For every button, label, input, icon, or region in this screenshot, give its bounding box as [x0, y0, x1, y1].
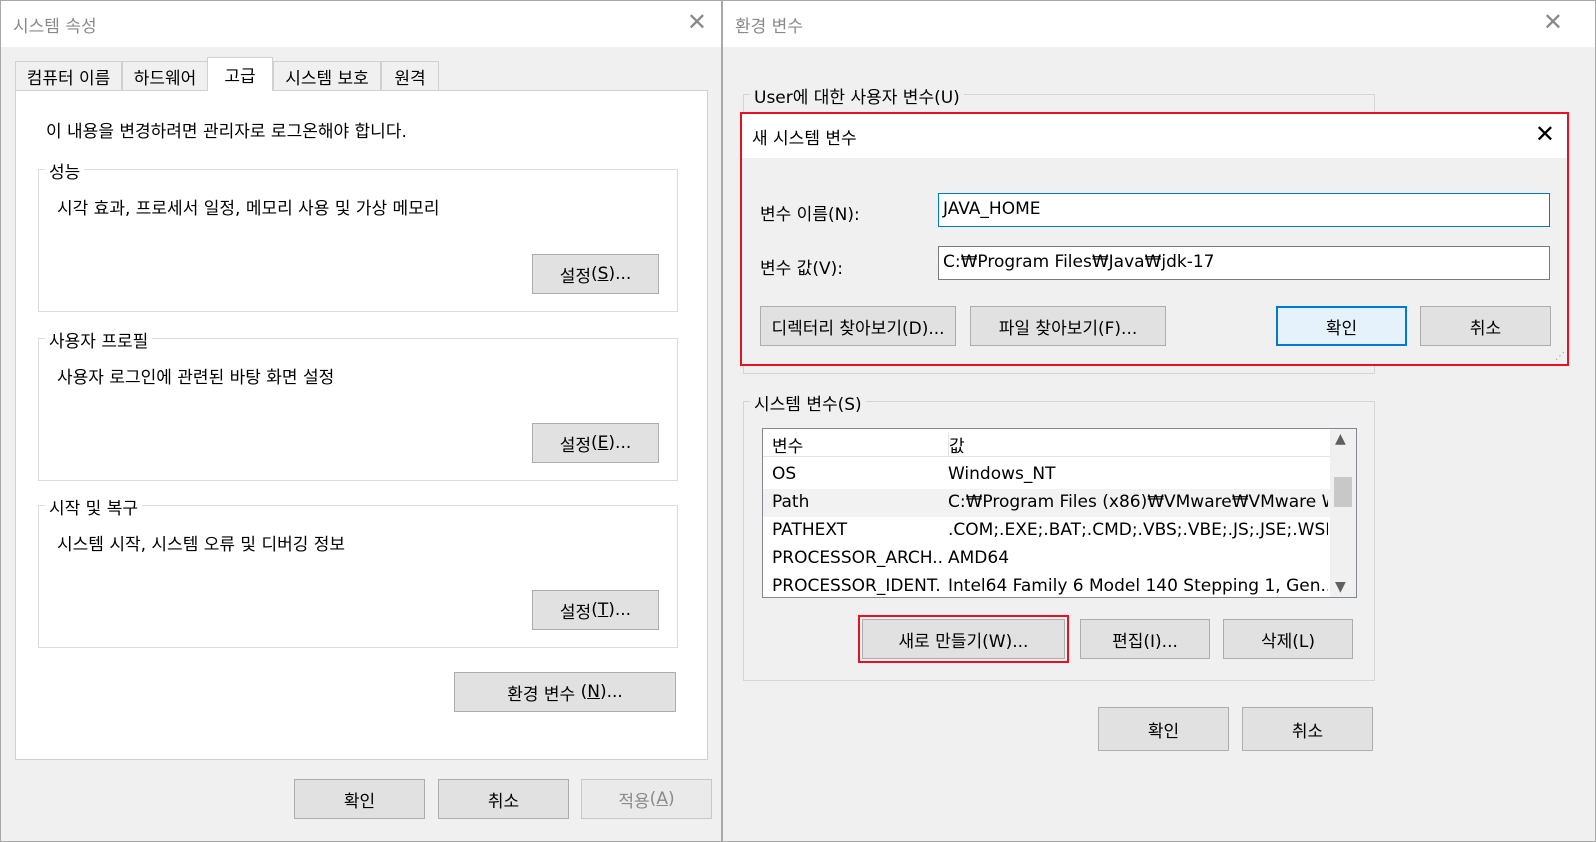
close-icon[interactable]: ✕	[1535, 120, 1555, 148]
variable-value-input[interactable]: C:₩Program Files₩Java₩jdk-17	[938, 246, 1550, 280]
dialog-title-bar: 새 시스템 변수 ✕	[742, 114, 1567, 158]
performance-desc: 시각 효과, 프로세서 일정, 메모리 사용 및 가상 메모리	[57, 199, 440, 219]
performance-label: 성능	[45, 158, 85, 183]
user-profile-group: 사용자 프로필 사용자 로그인에 관련된 바탕 화면 설정 설정(E)...	[38, 327, 678, 481]
admin-note: 이 내용을 변경하려면 관리자로 로그온해야 합니다.	[46, 122, 407, 142]
tab-hardware[interactable]: 하드웨어	[122, 61, 208, 91]
list-item[interactable]: OS Windows_NT	[763, 461, 1331, 489]
column-header-value[interactable]: 값	[948, 432, 1328, 457]
list-header: 변수 값	[763, 429, 1331, 457]
startup-recovery-group: 시작 및 복구 시스템 시작, 시스템 오류 및 디버깅 정보 설정(T)...	[38, 494, 678, 648]
dialog-cancel-button[interactable]: 취소	[1420, 306, 1551, 346]
column-header-name[interactable]: 변수	[772, 432, 932, 457]
tab-system-protection[interactable]: 시스템 보호	[273, 61, 381, 91]
list-item[interactable]: PATHEXT .COM;.EXE;.BAT;.CMD;.VBS;.VBE;.J…	[763, 517, 1331, 545]
system-variables-label: 시스템 변수(S)	[750, 390, 866, 415]
user-variables-label: User에 대한 사용자 변수(U)	[750, 83, 964, 108]
resize-grip-icon[interactable]: ⋰	[1555, 351, 1565, 362]
delete-variable-button[interactable]: 삭제(L)	[1223, 619, 1353, 659]
system-properties-window: 시스템 속성 ✕ 컴퓨터 이름 하드웨어 고급 시스템 보호 원격 이 내용을 …	[0, 0, 722, 842]
close-icon[interactable]: ✕	[687, 8, 707, 36]
variable-value-label: 변수 값(V):	[760, 259, 843, 279]
advanced-tab-panel: 이 내용을 변경하려면 관리자로 로그온해야 합니다. 성능 시각 효과, 프로…	[15, 90, 708, 760]
highlight-box	[858, 615, 1069, 663]
system-variables-list[interactable]: 변수 값 OS Windows_NT Path C:₩Program Files…	[762, 428, 1357, 598]
scrollbar-thumb[interactable]	[1334, 477, 1352, 507]
user-profile-label: 사용자 프로필	[45, 327, 153, 352]
chevron-down-icon[interactable]: ▼	[1335, 579, 1346, 595]
window-title: 환경 변수	[735, 17, 803, 37]
list-item[interactable]: PROCESSOR_IDENT... Intel64 Family 6 Mode…	[763, 573, 1331, 597]
list-item[interactable]: PROCESSOR_ARCH... AMD64	[763, 545, 1331, 573]
chevron-up-icon[interactable]: ▲	[1335, 431, 1346, 447]
tab-remote[interactable]: 원격	[381, 61, 439, 91]
env-ok-button[interactable]: 확인	[1098, 707, 1229, 751]
new-system-variable-dialog: 새 시스템 변수 ✕ 변수 이름(N): JAVA_HOME 변수 값(V): …	[740, 112, 1569, 366]
user-profile-settings-button[interactable]: 설정(E)...	[532, 423, 659, 463]
performance-settings-button[interactable]: 설정(S)...	[532, 254, 659, 294]
close-icon[interactable]: ✕	[1543, 8, 1563, 36]
title-bar: 환경 변수 ✕	[723, 1, 1595, 47]
environment-variables-button[interactable]: 환경 변수 (N)...	[454, 672, 676, 712]
vertical-scrollbar[interactable]: ▲ ▼	[1330, 429, 1356, 597]
tab-computer-name[interactable]: 컴퓨터 이름	[15, 61, 122, 91]
performance-group: 성능 시각 효과, 프로세서 일정, 메모리 사용 및 가상 메모리 설정(S)…	[38, 158, 678, 312]
startup-recovery-settings-button[interactable]: 설정(T)...	[532, 590, 659, 630]
env-cancel-button[interactable]: 취소	[1242, 707, 1373, 751]
window-title: 시스템 속성	[13, 17, 97, 37]
dialog-ok-button[interactable]: 확인	[1276, 306, 1407, 346]
cancel-button[interactable]: 취소	[438, 779, 569, 819]
title-bar: 시스템 속성 ✕	[1, 1, 721, 47]
variable-name-label: 변수 이름(N):	[760, 205, 860, 225]
startup-recovery-desc: 시스템 시작, 시스템 오류 및 디버깅 정보	[57, 535, 346, 555]
variable-name-input[interactable]: JAVA_HOME	[938, 193, 1550, 227]
dialog-title: 새 시스템 변수	[752, 129, 857, 149]
apply-button[interactable]: 적용(A)	[581, 779, 712, 819]
tab-advanced[interactable]: 고급	[207, 57, 273, 91]
startup-recovery-label: 시작 및 복구	[45, 494, 143, 519]
browse-directory-button[interactable]: 디렉터리 찾아보기(D)...	[760, 306, 956, 346]
edit-variable-button[interactable]: 편집(I)...	[1080, 619, 1210, 659]
browse-file-button[interactable]: 파일 찾아보기(F)...	[970, 306, 1166, 346]
list-item[interactable]: Path C:₩Program Files (x86)₩VMware₩VMwar…	[763, 489, 1331, 517]
ok-button[interactable]: 확인	[294, 779, 425, 819]
user-profile-desc: 사용자 로그인에 관련된 바탕 화면 설정	[57, 368, 335, 388]
